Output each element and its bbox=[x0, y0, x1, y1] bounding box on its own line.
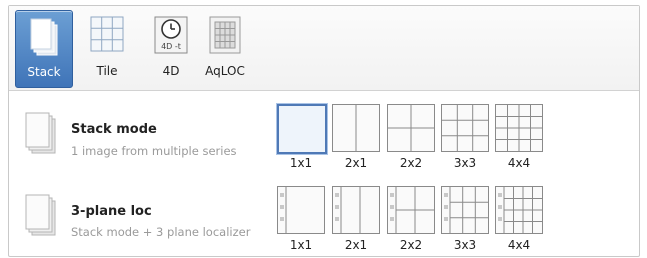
3-plane-loc-title: 3-plane loc bbox=[71, 204, 152, 219]
stack-button[interactable]: Stack bbox=[15, 10, 73, 88]
layout-panel: Stack Tile 4D -t 4D AqLOC Stack mode 1 i… bbox=[8, 5, 640, 257]
layout-label: 2x1 bbox=[344, 238, 368, 252]
layout-label: 3x3 bbox=[453, 238, 477, 252]
tile-button-label: Tile bbox=[96, 64, 118, 78]
4d-button-label: 4D bbox=[162, 64, 180, 78]
layout-1x1-thumbnail bbox=[277, 104, 327, 154]
layout-label: 2x2 bbox=[399, 156, 423, 170]
loc-layout-2x1-thumbnail bbox=[332, 186, 380, 234]
layout-label: 1x1 bbox=[289, 156, 313, 170]
tile-grid-icon bbox=[90, 16, 124, 52]
loc-layout-1x1-thumbnail bbox=[277, 186, 325, 234]
layout-1x1[interactable]: 1x1 bbox=[277, 104, 327, 170]
layout-2x1[interactable]: 2x1 bbox=[332, 104, 380, 170]
tile-button[interactable]: Tile bbox=[79, 10, 135, 86]
layout-2x2[interactable]: 2x2 bbox=[387, 104, 435, 170]
loc-layout-1x1[interactable]: 1x1 bbox=[277, 186, 325, 252]
stack-pages-icon bbox=[25, 194, 56, 236]
loc-layout-3x3[interactable]: 3x3 bbox=[441, 186, 489, 252]
layout-label: 4x4 bbox=[507, 238, 531, 252]
clock-4d-icon: 4D -t bbox=[154, 16, 188, 54]
layout-label: 2x1 bbox=[344, 156, 368, 170]
stack-mode-title: Stack mode bbox=[71, 122, 157, 137]
4d-icon-text: 4D -t bbox=[161, 42, 181, 51]
loc-layout-2x2-thumbnail bbox=[387, 186, 435, 234]
layout-4x4[interactable]: 4x4 bbox=[495, 104, 543, 170]
loc-layout-4x4[interactable]: 4x4 bbox=[495, 186, 543, 252]
loc-layout-2x1[interactable]: 2x1 bbox=[332, 186, 380, 252]
layout-4x4-thumbnail bbox=[495, 104, 543, 152]
stack-mode-description: 1 image from multiple series bbox=[71, 144, 237, 158]
view-toolbar: Stack Tile 4D -t 4D AqLOC bbox=[9, 6, 639, 91]
3-plane-loc-description: Stack mode + 3 plane localizer bbox=[71, 225, 251, 239]
layout-2x1-thumbnail bbox=[332, 104, 380, 152]
loc-layout-4x4-thumbnail bbox=[495, 186, 543, 234]
aqloc-button-label: AqLOC bbox=[205, 64, 245, 78]
stack-mode-row: Stack mode 1 image from multiple series … bbox=[9, 98, 639, 178]
4d-button[interactable]: 4D -t 4D bbox=[143, 10, 199, 86]
layout-2x2-thumbnail bbox=[387, 104, 435, 152]
stack-button-label: Stack bbox=[27, 65, 61, 79]
layout-label: 4x4 bbox=[507, 156, 531, 170]
layout-3x3[interactable]: 3x3 bbox=[441, 104, 489, 170]
stack-pages-icon bbox=[25, 112, 56, 154]
aqloc-grid-icon bbox=[209, 16, 241, 54]
3-plane-loc-row: 3-plane loc Stack mode + 3 plane localiz… bbox=[9, 178, 639, 258]
layout-label: 1x1 bbox=[289, 238, 313, 252]
layout-label: 2x2 bbox=[399, 238, 423, 252]
loc-layout-3x3-thumbnail bbox=[441, 186, 489, 234]
layout-3x3-thumbnail bbox=[441, 104, 489, 152]
layout-label: 3x3 bbox=[453, 156, 477, 170]
stack-icon bbox=[30, 18, 58, 56]
aqloc-button[interactable]: AqLOC bbox=[195, 10, 255, 86]
loc-layout-2x2[interactable]: 2x2 bbox=[387, 186, 435, 252]
